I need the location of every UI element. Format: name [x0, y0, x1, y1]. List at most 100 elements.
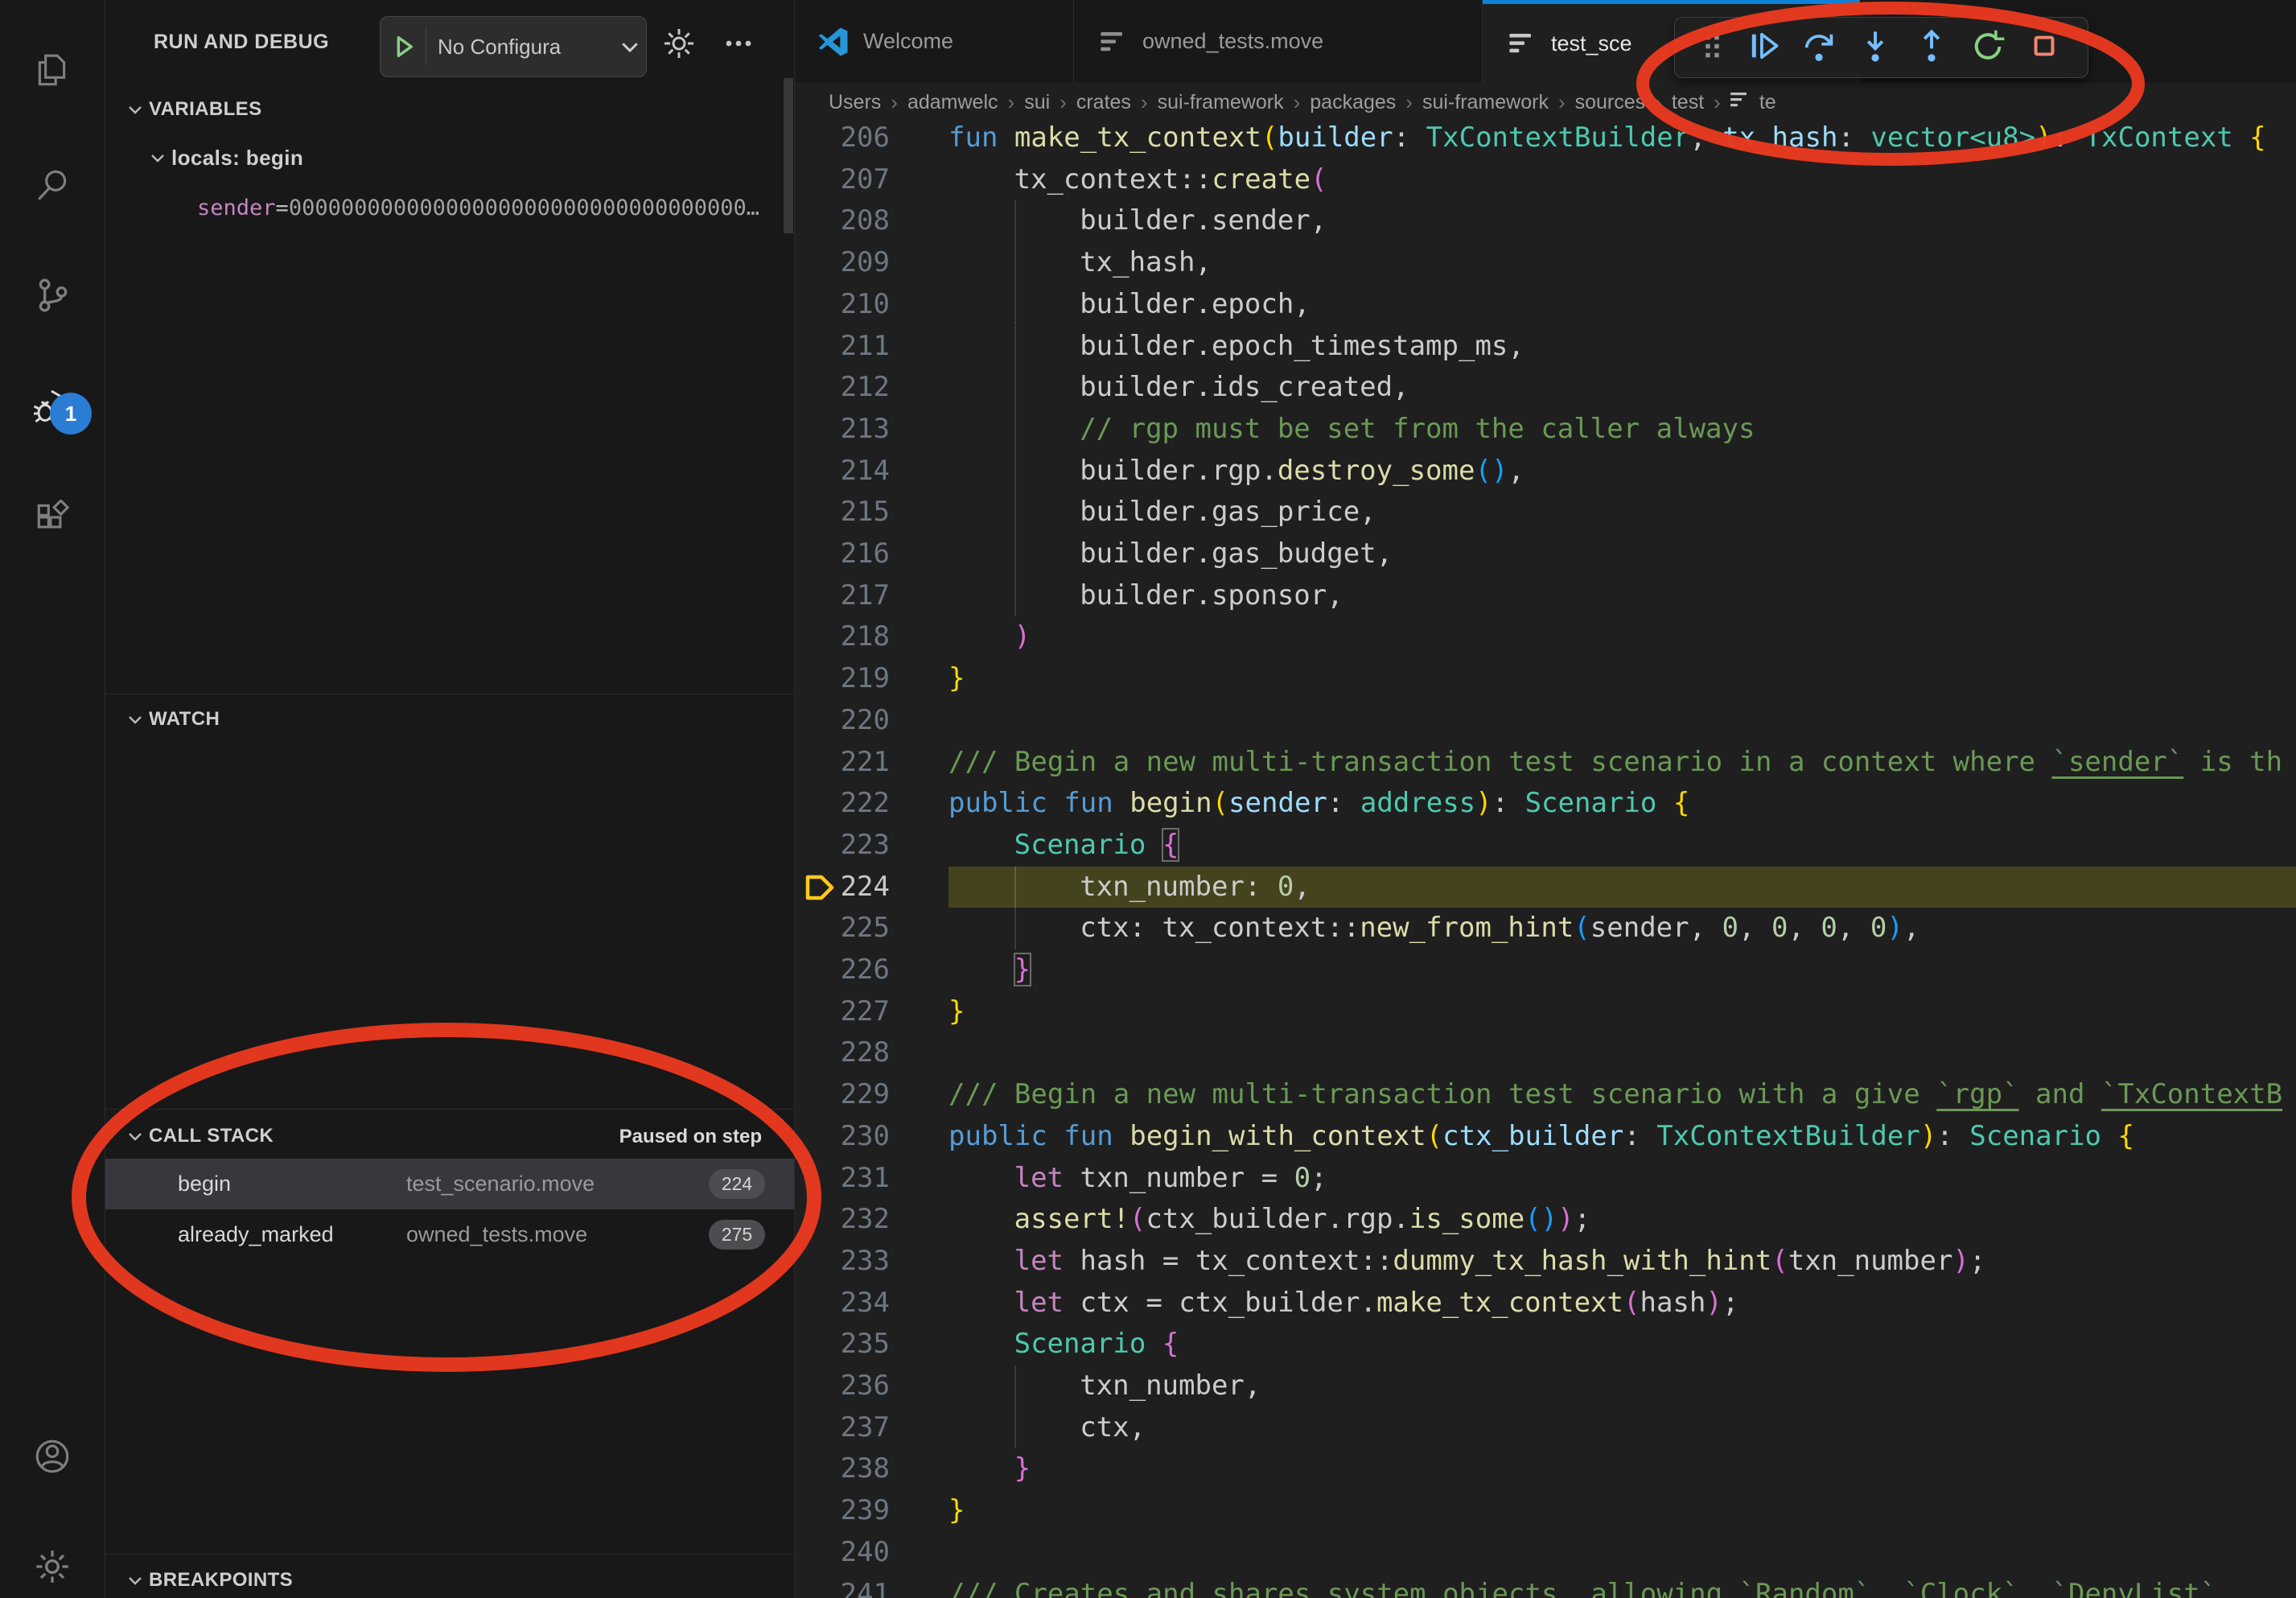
- activity-item-search[interactable]: [0, 150, 105, 223]
- breadcrumb-item[interactable]: sui: [1024, 91, 1050, 114]
- line-number[interactable]: 211: [795, 326, 890, 368]
- line-number[interactable]: 221: [795, 742, 890, 784]
- code-line-225[interactable]: 225ctx: tx_context::new_from_hint(sender…: [795, 908, 2296, 949]
- start-debug-button[interactable]: [381, 28, 426, 65]
- variable-row-sender[interactable]: sender = 0000000000000000000000000000000…: [105, 187, 886, 229]
- code-line-217[interactable]: 217builder.sponsor,: [795, 575, 2296, 617]
- tab-owned-tests-move[interactable]: owned_tests.move: [1074, 0, 1483, 83]
- code-line-222[interactable]: 222public fun begin(sender: address): Sc…: [795, 783, 2296, 825]
- locals-scope-row[interactable]: locals: begin: [105, 137, 833, 179]
- code-line-229[interactable]: 229/// Begin a new multi-transaction tes…: [795, 1074, 2296, 1116]
- code-line-215[interactable]: 215builder.gas_price,: [795, 492, 2296, 533]
- activity-item-source-control[interactable]: [0, 261, 105, 333]
- code-line-221[interactable]: 221/// Begin a new multi-transaction tes…: [795, 742, 2296, 784]
- line-number[interactable]: 223: [795, 825, 890, 867]
- code-line-210[interactable]: 210builder.epoch,: [795, 284, 2296, 326]
- line-number[interactable]: 209: [795, 242, 890, 284]
- code-line-230[interactable]: 230public fun begin_with_context(ctx_bui…: [795, 1116, 2296, 1158]
- activity-item-explorer[interactable]: [0, 36, 105, 109]
- line-number[interactable]: 228: [795, 1032, 890, 1074]
- breadcrumb-item[interactable]: sui-framework: [1422, 91, 1549, 114]
- line-number[interactable]: 218: [795, 616, 890, 658]
- code-line-213[interactable]: 213// rgp must be set from the caller al…: [795, 409, 2296, 451]
- code-line-239[interactable]: 239}: [795, 1490, 2296, 1532]
- code-line-218[interactable]: 218): [795, 616, 2296, 658]
- activity-item-extensions[interactable]: [0, 484, 105, 557]
- code-line-240[interactable]: 240: [795, 1532, 2296, 1574]
- code-line-216[interactable]: 216builder.gas_budget,: [795, 533, 2296, 575]
- sidebar-scrollbar[interactable]: [784, 78, 793, 233]
- step-out-button[interactable]: [1903, 23, 1960, 72]
- code-line-233[interactable]: 233let hash = tx_context::dummy_tx_hash_…: [795, 1241, 2296, 1283]
- line-number[interactable]: 234: [795, 1283, 890, 1324]
- code-line-208[interactable]: 208builder.sender,: [795, 200, 2296, 242]
- breadcrumb-item[interactable]: packages: [1310, 91, 1396, 114]
- line-number[interactable]: 219: [795, 658, 890, 700]
- breadcrumb-item[interactable]: sui-framework: [1158, 91, 1284, 114]
- line-number[interactable]: 236: [795, 1365, 890, 1407]
- line-number[interactable]: 224: [795, 867, 890, 908]
- code-line-237[interactable]: 237ctx,: [795, 1407, 2296, 1449]
- code-line-235[interactable]: 235Scenario {: [795, 1324, 2296, 1365]
- line-number[interactable]: 227: [795, 991, 890, 1033]
- line-number[interactable]: 232: [795, 1199, 890, 1241]
- line-number[interactable]: 213: [795, 409, 890, 451]
- tab-welcome[interactable]: Welcome: [795, 0, 1074, 83]
- line-number[interactable]: 210: [795, 284, 890, 326]
- code-line-224[interactable]: 224txn_number: 0,: [795, 867, 2296, 908]
- code-line-227[interactable]: 227}: [795, 991, 2296, 1033]
- code-line-207[interactable]: 207tx_context::create(: [795, 159, 2296, 201]
- stop-button[interactable]: [2016, 23, 2072, 72]
- code-line-212[interactable]: 212builder.ids_created,: [795, 367, 2296, 409]
- debug-config-dropdown[interactable]: No Configura: [380, 16, 647, 77]
- line-number[interactable]: 231: [795, 1158, 890, 1200]
- breadcrumb-item[interactable]: adamwelc: [907, 91, 998, 114]
- line-number[interactable]: 214: [795, 451, 890, 492]
- code-line-211[interactable]: 211builder.epoch_timestamp_ms,: [795, 326, 2296, 368]
- restart-button[interactable]: [1960, 23, 2016, 72]
- debug-settings-button[interactable]: [654, 21, 704, 66]
- breadcrumb-file-item[interactable]: te: [1727, 88, 1776, 117]
- code-line-241[interactable]: 241/// Creates and shares system objects…: [795, 1574, 2296, 1598]
- breadcrumb-item[interactable]: test: [1672, 91, 1704, 114]
- activity-item-settings[interactable]: [0, 1532, 105, 1598]
- code-line-219[interactable]: 219}: [795, 658, 2296, 700]
- code-line-220[interactable]: 220: [795, 700, 2296, 742]
- line-number[interactable]: 225: [795, 908, 890, 949]
- code-line-226[interactable]: 226}: [795, 949, 2296, 991]
- step-over-button[interactable]: [1791, 23, 1847, 72]
- code-line-228[interactable]: 228: [795, 1032, 2296, 1074]
- line-number[interactable]: 237: [795, 1407, 890, 1449]
- line-number[interactable]: 222: [795, 783, 890, 825]
- line-number[interactable]: 212: [795, 367, 890, 409]
- more-actions-button[interactable]: [714, 21, 763, 66]
- code-line-223[interactable]: 223Scenario {: [795, 825, 2296, 867]
- line-number[interactable]: 238: [795, 1448, 890, 1490]
- breakpoints-section-header[interactable]: BREAKPOINTS: [105, 1559, 810, 1598]
- line-number[interactable]: 226: [795, 949, 890, 991]
- code-editor[interactable]: 206fun make_tx_context(builder: TxContex…: [795, 122, 2296, 1598]
- line-number[interactable]: 216: [795, 533, 890, 575]
- code-line-231[interactable]: 231let txn_number = 0;: [795, 1158, 2296, 1200]
- continue-button[interactable]: [1734, 23, 1791, 72]
- line-number[interactable]: 217: [795, 575, 890, 617]
- code-line-238[interactable]: 238}: [795, 1448, 2296, 1490]
- breadcrumb-item[interactable]: crates: [1076, 91, 1131, 114]
- code-line-236[interactable]: 236txn_number,: [795, 1365, 2296, 1407]
- code-line-206[interactable]: 206fun make_tx_context(builder: TxContex…: [795, 122, 2296, 159]
- activity-item-account[interactable]: [0, 1422, 105, 1494]
- line-number[interactable]: 239: [795, 1490, 890, 1532]
- line-number[interactable]: 235: [795, 1324, 890, 1365]
- code-line-232[interactable]: 232assert!(ctx_builder.rgp.is_some());: [795, 1199, 2296, 1241]
- call-stack-frame-already_marked[interactable]: already_markedowned_tests.move275: [105, 1209, 794, 1260]
- breadcrumb-item[interactable]: Users: [829, 91, 881, 114]
- line-number[interactable]: 215: [795, 492, 890, 533]
- step-into-button[interactable]: [1847, 23, 1903, 72]
- code-line-234[interactable]: 234let ctx = ctx_builder.make_tx_context…: [795, 1283, 2296, 1324]
- line-number[interactable]: 229: [795, 1074, 890, 1116]
- code-line-214[interactable]: 214builder.rgp.destroy_some(),: [795, 451, 2296, 492]
- watch-section-header[interactable]: WATCH: [105, 698, 810, 740]
- line-number[interactable]: 233: [795, 1241, 890, 1283]
- call-stack-frame-begin[interactable]: begintest_scenario.move224: [105, 1159, 794, 1209]
- breadcrumb-item[interactable]: sources: [1575, 91, 1646, 114]
